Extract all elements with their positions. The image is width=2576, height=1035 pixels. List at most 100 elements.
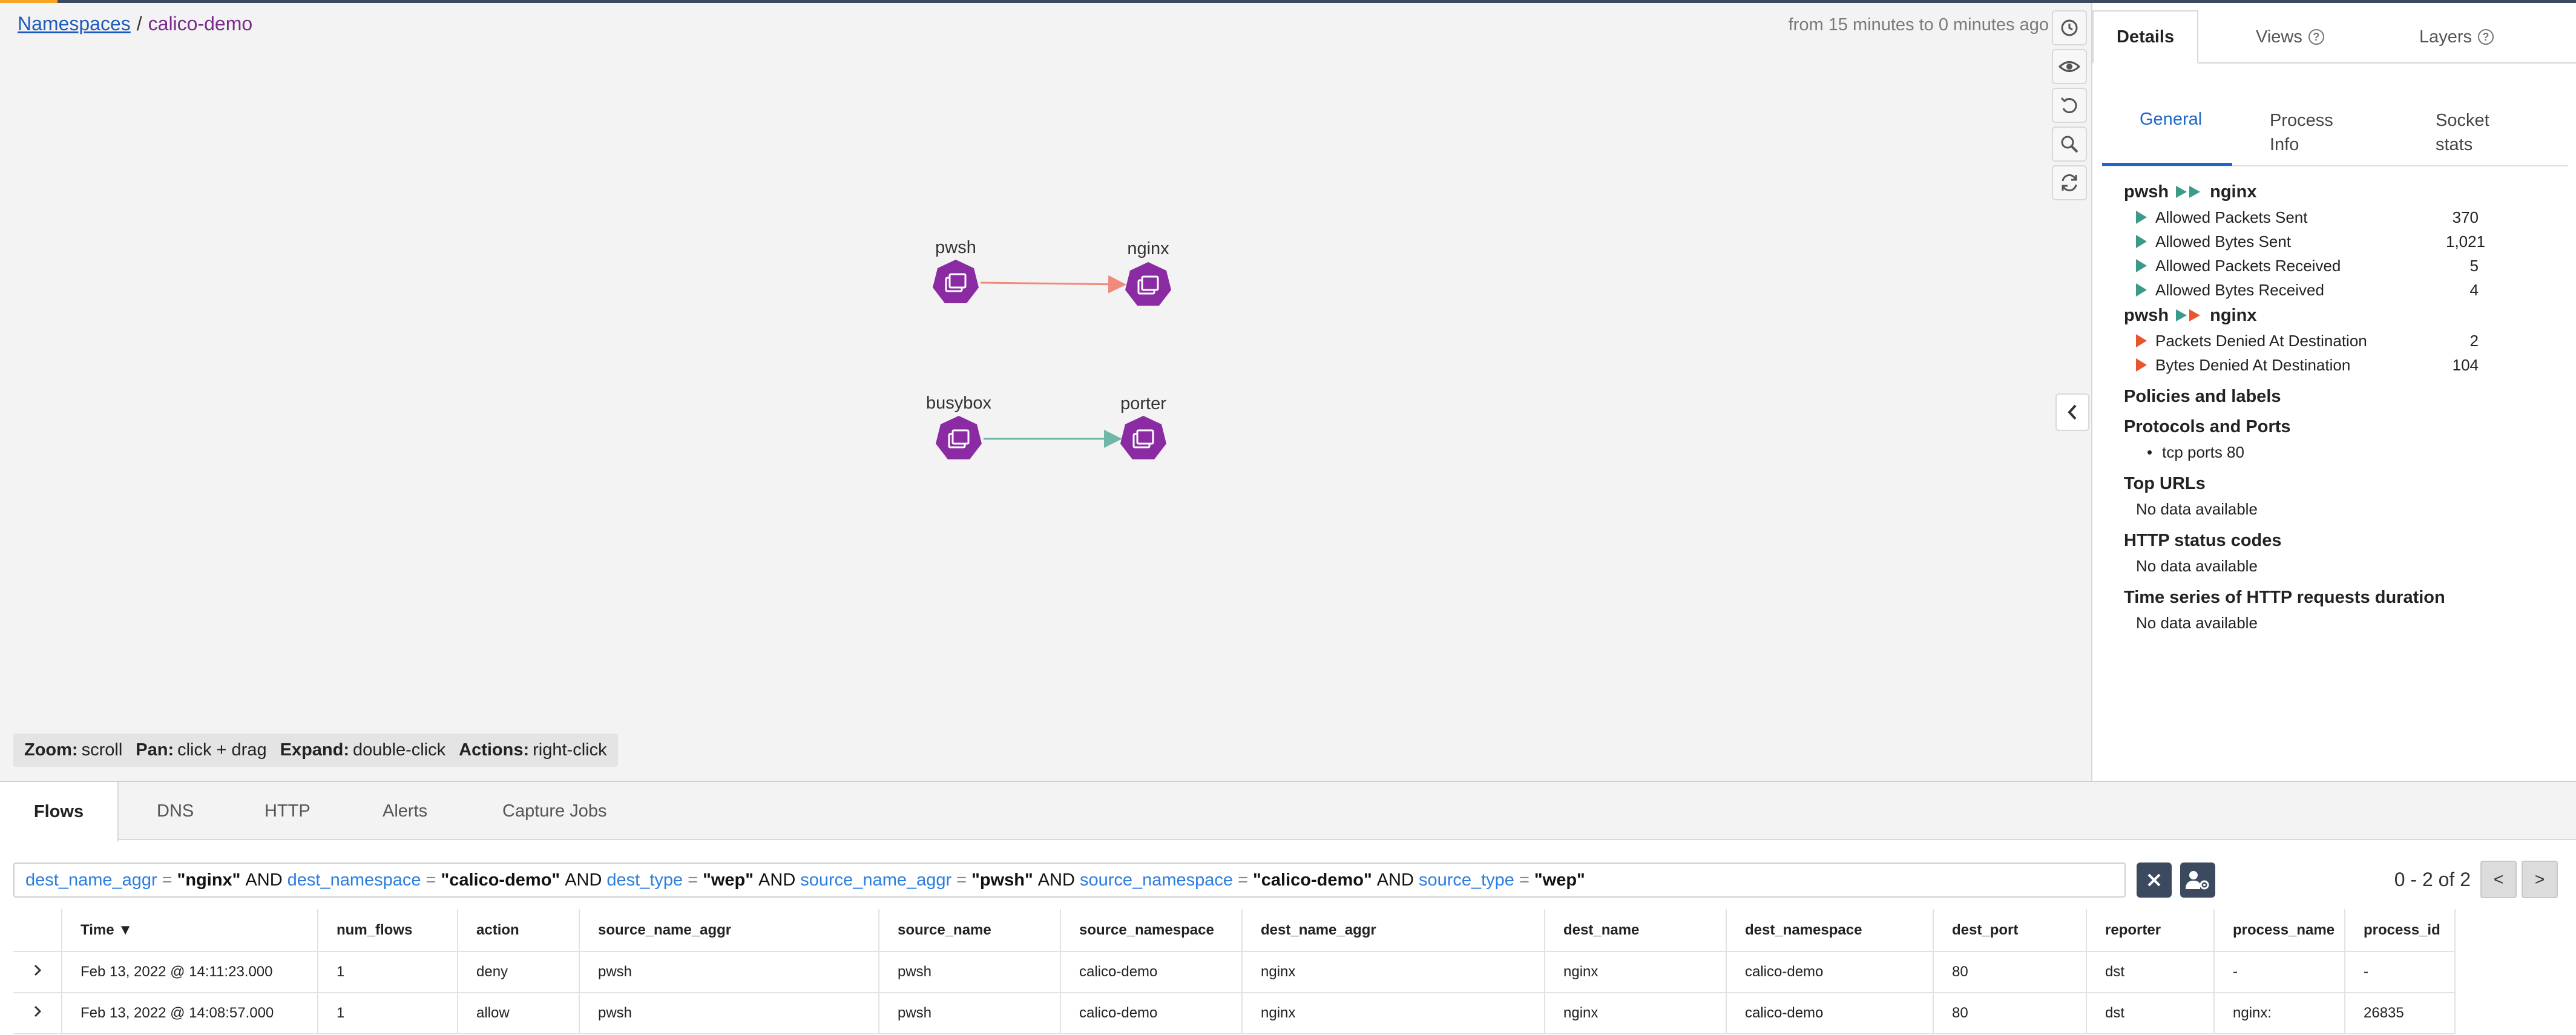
node-busybox[interactable] (935, 415, 983, 463)
subtab-socket-stats[interactable]: Socket stats (2436, 108, 2489, 157)
subtab-general[interactable]: General (2140, 107, 2202, 131)
table-cell: - (2214, 951, 2345, 993)
column-header-time[interactable]: Time ▼ (62, 909, 318, 952)
table-cell: 80 (1933, 993, 2087, 1034)
general-details: pwsh nginx Allowed Packets Sent 370 Allow… (2124, 179, 2560, 635)
table-cell: nginx (1242, 993, 1545, 1034)
table-cell: calico-demo (1726, 993, 1934, 1034)
column-header-dest-namespace[interactable]: dest_namespace (1726, 909, 1934, 952)
tab-alerts[interactable]: Alerts (383, 782, 427, 840)
help-icon: ? (2478, 29, 2494, 45)
table-cell: nginx: (2214, 993, 2345, 1034)
node-nginx[interactable] (1124, 261, 1172, 309)
hint-key: Zoom: (24, 740, 78, 760)
no-data-text: No data available (2136, 613, 2258, 632)
tab-capture-jobs[interactable]: Capture Jobs (502, 782, 607, 840)
column-header-dest-name[interactable]: dest_name (1545, 909, 1727, 952)
edge-pwsh-nginx[interactable] (980, 275, 1126, 294)
flow-dest: nginx (2210, 182, 2257, 202)
graph-edges (980, 275, 1126, 448)
allowed-flow-header: pwsh nginx (2124, 179, 2560, 205)
stat-value: 104 (2452, 355, 2479, 374)
column-header-dest-name-aggr[interactable]: dest_name_aggr (1242, 909, 1545, 952)
workload-node-icon (1120, 416, 1166, 459)
column-header-source-name[interactable]: source_name (879, 909, 1061, 952)
table-cell: pwsh (879, 951, 1061, 993)
tab-details[interactable]: Details (2092, 10, 2199, 64)
flows-table: Time ▼ num_flows action source_name_aggr… (13, 909, 2456, 1034)
column-header-action[interactable]: action (458, 909, 580, 952)
user-gear-icon (2186, 871, 2209, 890)
stat-value: 2 (2469, 331, 2479, 350)
section-http-duration: Time series of HTTP requests duration (2124, 588, 2445, 607)
tab-dns[interactable]: DNS (157, 782, 194, 840)
query-input[interactable]: dest_name_aggr = "nginx" AND dest_namespace… (13, 862, 2126, 898)
graph-canvas[interactable]: Namespaces / calico-demo from 15 minutes t… (0, 3, 2091, 781)
table-cell: dst (2086, 993, 2215, 1034)
query-operator: = (426, 870, 436, 890)
allowed-triangle-icon (2136, 235, 2147, 248)
node-label-busybox: busybox (925, 393, 992, 413)
no-data-text: No data available (2136, 556, 2258, 575)
flow-source: pwsh (2124, 182, 2169, 202)
table-cell: 1 (318, 993, 458, 1034)
expand-column-header (13, 909, 62, 952)
column-header-source-namespace[interactable]: source_namespace (1060, 909, 1243, 952)
hint-value: right-click (533, 740, 607, 760)
protocol-item: tcp ports 80 (2124, 440, 2560, 464)
query-field: dest_type (606, 870, 683, 890)
node-label-nginx: nginx (1127, 239, 1169, 258)
query-field: source_name_aggr (800, 870, 952, 890)
tab-views[interactable]: Views? (2256, 10, 2324, 64)
expand-row-button[interactable] (13, 951, 62, 993)
hint-key: Pan: (136, 740, 174, 760)
column-header-reporter[interactable]: reporter (2086, 909, 2215, 952)
clear-query-button[interactable] (2137, 862, 2172, 898)
node-porter[interactable] (1119, 415, 1168, 463)
query-value: "wep" (1534, 870, 1585, 890)
expand-row-button[interactable] (13, 993, 62, 1034)
stat-row: Bytes Denied At Destination 104 (2124, 353, 2560, 377)
table-cell: calico-demo (1060, 951, 1243, 993)
column-header-process-id[interactable]: process_id (2345, 909, 2456, 952)
column-header-dest-port[interactable]: dest_port (1933, 909, 2087, 952)
column-header-num-flows[interactable]: num_flows (318, 909, 458, 952)
query-value: "nginx" (177, 870, 241, 890)
allowed-triangle-icon (2136, 283, 2147, 297)
section-policies: Policies and labels (2124, 387, 2281, 406)
column-header-process-name[interactable]: process_name (2214, 909, 2345, 952)
query-joiner: AND (1037, 870, 1075, 890)
table-row[interactable]: Feb 13, 2022 @ 14:11:23.000 1 deny pwsh … (13, 951, 2456, 993)
collapse-panel-button[interactable] (2055, 393, 2089, 431)
prev-page-button[interactable]: < (2480, 861, 2517, 898)
graph-hints-bar: Zoom: scroll Pan: click + drag Expand: doub… (13, 734, 618, 767)
stat-name: Allowed Bytes Received (2155, 280, 2324, 299)
table-cell: calico-demo (1726, 951, 1934, 993)
query-joiner: AND (565, 870, 602, 890)
subtab-process-info[interactable]: Process Info (2270, 108, 2333, 157)
bottom-panel: Flows DNS HTTP Alerts Capture Jobs dest_… (0, 781, 2576, 1035)
allowed-triangle-icon (2136, 211, 2147, 224)
tab-flows[interactable]: Flows (0, 782, 119, 841)
bottom-tabs: Flows DNS HTTP Alerts Capture Jobs (0, 782, 2576, 841)
subtab-label: Socket (2436, 111, 2489, 130)
tab-layers[interactable]: Layers? (2419, 10, 2494, 64)
next-page-button[interactable]: > (2522, 861, 2558, 898)
query-field: source_type (1418, 870, 1514, 890)
table-row[interactable]: Feb 13, 2022 @ 14:08:57.000 1 allow pwsh… (13, 993, 2456, 1034)
workload-node-icon (1125, 262, 1171, 306)
table-cell: 80 (1933, 951, 2087, 993)
column-header-source-name-aggr[interactable]: source_name_aggr (579, 909, 879, 952)
node-pwsh[interactable] (932, 258, 980, 307)
stat-name: Bytes Denied At Destination (2155, 355, 2351, 374)
help-icon: ? (2308, 29, 2324, 45)
query-joiner: AND (245, 870, 283, 890)
denied-triangle-icon (2136, 358, 2147, 372)
stat-row: Allowed Packets Sent 370 (2124, 205, 2560, 229)
query-operator: = (162, 870, 172, 890)
stat-row: Allowed Bytes Sent 1,021 (2124, 229, 2560, 254)
user-settings-button[interactable] (2180, 862, 2215, 898)
tab-http[interactable]: HTTP (264, 782, 310, 840)
flow-source: pwsh (2124, 305, 2169, 325)
details-panel: Details Views? Layers? General Process In… (2091, 3, 2576, 781)
